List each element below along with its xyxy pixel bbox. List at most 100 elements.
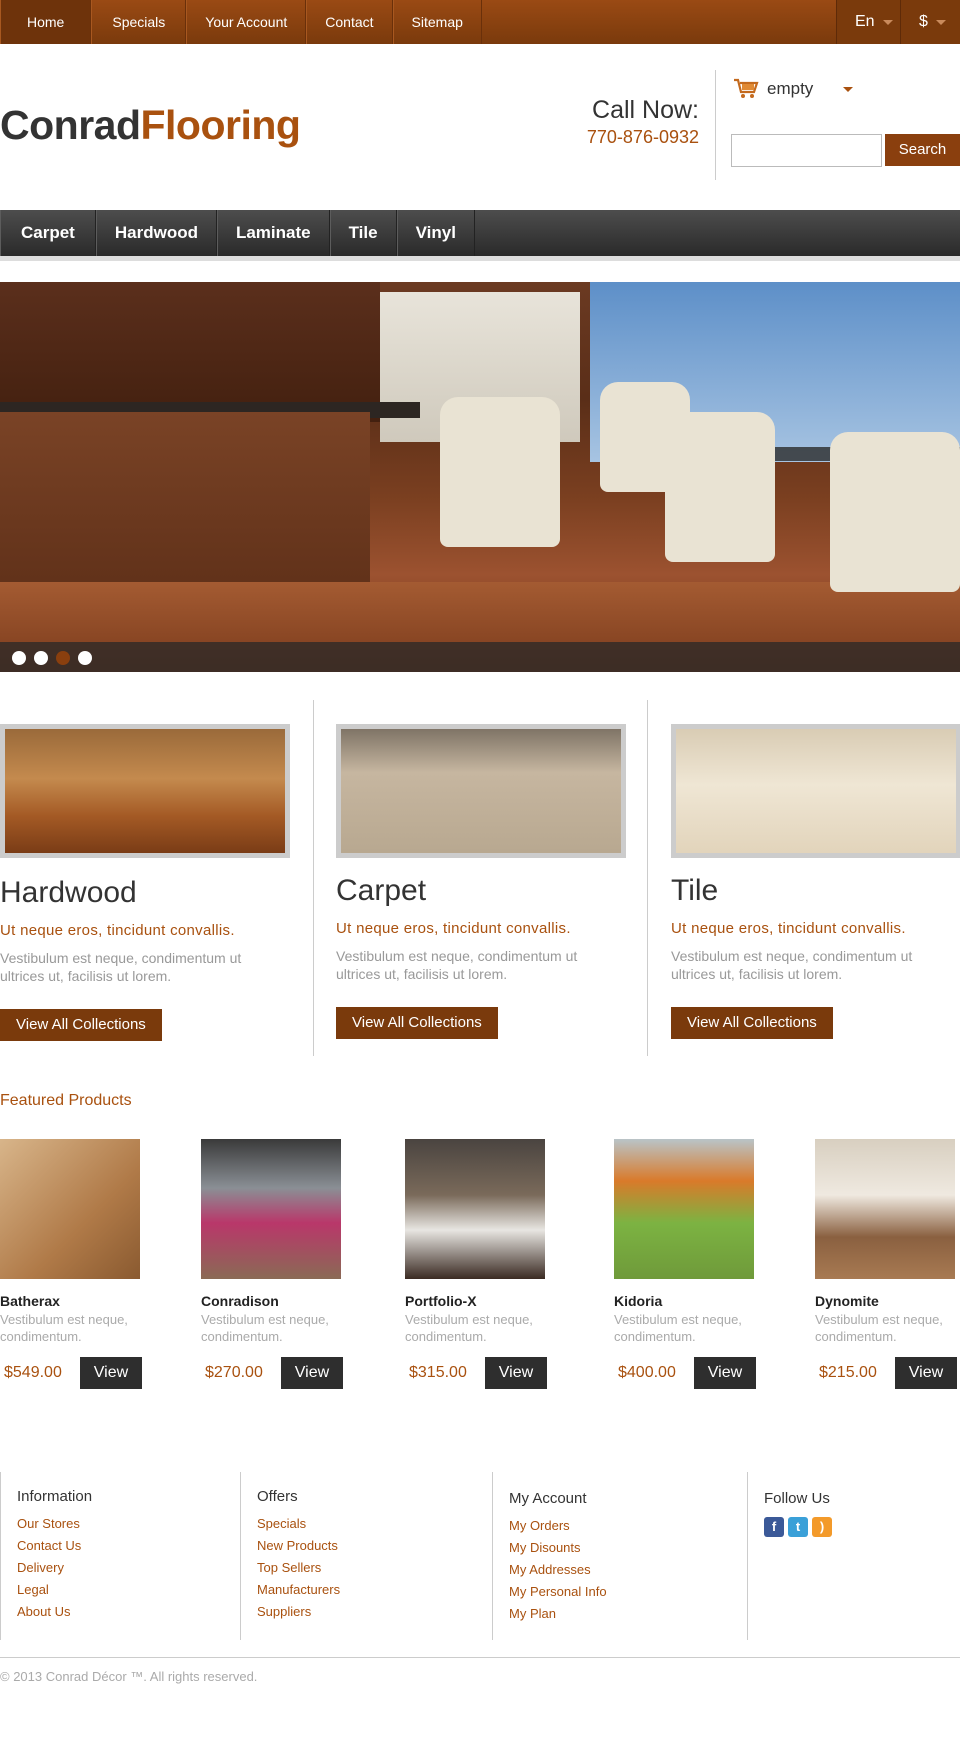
footer-link[interactable]: My Disounts bbox=[509, 1537, 747, 1559]
feature-subtitle: Ut neque eros, tincidunt convallis. bbox=[336, 920, 571, 937]
feature-title: Hardwood bbox=[0, 876, 137, 909]
product-name[interactable]: Kidoria bbox=[614, 1293, 764, 1309]
topnav-sitemap[interactable]: Sitemap bbox=[392, 0, 482, 44]
site-logo[interactable]: ConradFlooring bbox=[0, 102, 301, 149]
footer-link[interactable]: Specials bbox=[257, 1513, 492, 1535]
feature-divider bbox=[647, 700, 648, 1056]
kitchen-cabinets bbox=[0, 282, 380, 422]
feature-title: Tile bbox=[671, 874, 719, 907]
cart-status: empty bbox=[767, 79, 814, 98]
view-all-collections-button[interactable]: View All Collections bbox=[671, 1007, 833, 1039]
rss-icon[interactable]: ) bbox=[812, 1517, 832, 1537]
chevron-down-icon bbox=[935, 19, 946, 25]
slider-dot-3[interactable] bbox=[56, 651, 70, 665]
product-card: Batherax Vestibulum est neque, condiment… bbox=[0, 1139, 150, 1389]
category-laminate[interactable]: Laminate bbox=[216, 210, 330, 256]
phone-number: 770-876-0932 bbox=[586, 127, 699, 147]
dining-chair bbox=[665, 412, 775, 562]
view-all-collections-button[interactable]: View All Collections bbox=[0, 1009, 162, 1041]
currency-label: $ bbox=[919, 13, 928, 30]
product-card: Dynomite Vestibulum est neque, condiment… bbox=[815, 1139, 960, 1389]
language-dropdown[interactable]: En bbox=[836, 0, 900, 44]
footer-link[interactable]: Legal bbox=[17, 1579, 240, 1601]
chevron-down-icon bbox=[843, 86, 854, 92]
footer-link[interactable]: My Personal Info bbox=[509, 1581, 747, 1603]
product-name[interactable]: Conradison bbox=[201, 1293, 351, 1309]
footer-link[interactable]: Manufacturers bbox=[257, 1579, 492, 1601]
footer-offers: Offers Specials New Products Top Sellers… bbox=[240, 1472, 492, 1640]
slider-dot-1[interactable] bbox=[12, 651, 26, 665]
category-hardwood[interactable]: Hardwood bbox=[95, 210, 217, 256]
slider-dot-2[interactable] bbox=[34, 651, 48, 665]
footer-link[interactable]: Delivery bbox=[17, 1557, 240, 1579]
footer-link[interactable]: New Products bbox=[257, 1535, 492, 1557]
search-input[interactable] bbox=[731, 134, 882, 167]
footer-link[interactable]: Top Sellers bbox=[257, 1557, 492, 1579]
view-button[interactable]: View bbox=[485, 1357, 547, 1389]
topnav-contact[interactable]: Contact bbox=[306, 0, 393, 44]
logo-part1: Conrad bbox=[0, 102, 141, 148]
product-image[interactable] bbox=[614, 1139, 754, 1279]
view-button[interactable]: View bbox=[80, 1357, 142, 1389]
feature-hardwood: Hardwood Ut neque eros, tincidunt conval… bbox=[0, 700, 300, 1056]
feature-image[interactable] bbox=[671, 724, 960, 858]
footer-heading: Offers bbox=[257, 1488, 298, 1505]
category-carpet[interactable]: Carpet bbox=[0, 210, 96, 256]
footer-link[interactable]: My Plan bbox=[509, 1603, 747, 1625]
product-card: Kidoria Vestibulum est neque, condimentu… bbox=[614, 1139, 764, 1389]
category-nav: Carpet Hardwood Laminate Tile Vinyl bbox=[0, 210, 475, 256]
view-button[interactable]: View bbox=[281, 1357, 343, 1389]
footer-heading: Follow Us bbox=[764, 1490, 830, 1507]
currency-dropdown[interactable]: $ bbox=[900, 0, 960, 44]
hero-slider-image[interactable] bbox=[0, 282, 960, 672]
footer-information: Information Our Stores Contact Us Delive… bbox=[0, 1472, 240, 1640]
logo-part2: Flooring bbox=[140, 102, 301, 148]
feature-description: Vestibulum est neque, condimentum ut ult… bbox=[0, 950, 242, 984]
footer-link[interactable]: About Us bbox=[17, 1601, 240, 1623]
footer-my-account: My Account My Orders My Disounts My Addr… bbox=[492, 1472, 747, 1640]
feature-divider bbox=[313, 700, 314, 1056]
footer-follow-us: Follow Us f t ) bbox=[747, 1472, 960, 1640]
footer-link[interactable]: My Addresses bbox=[509, 1559, 747, 1581]
twitter-icon[interactable]: t bbox=[788, 1517, 808, 1537]
feature-image[interactable] bbox=[0, 724, 290, 858]
product-description: Vestibulum est neque, condimentum. bbox=[815, 1312, 943, 1344]
slider-dot-4[interactable] bbox=[78, 651, 92, 665]
product-name[interactable]: Dynomite bbox=[815, 1293, 960, 1309]
product-description: Vestibulum est neque, condimentum. bbox=[201, 1312, 329, 1344]
product-name[interactable]: Batherax bbox=[0, 1293, 150, 1309]
feature-image[interactable] bbox=[336, 724, 626, 858]
footer-link[interactable]: My Orders bbox=[509, 1515, 747, 1537]
footer-link[interactable]: Suppliers bbox=[257, 1601, 492, 1623]
product-description: Vestibulum est neque, condimentum. bbox=[0, 1312, 128, 1344]
product-image[interactable] bbox=[815, 1139, 955, 1279]
product-image[interactable] bbox=[0, 1139, 140, 1279]
product-name[interactable]: Portfolio-X bbox=[405, 1293, 555, 1309]
view-button[interactable]: View bbox=[895, 1357, 957, 1389]
search-button[interactable]: Search bbox=[885, 134, 960, 166]
product-image[interactable] bbox=[201, 1139, 341, 1279]
product-price: $215.00 bbox=[819, 1364, 877, 1381]
facebook-icon[interactable]: f bbox=[764, 1517, 784, 1537]
feature-carpet: Carpet Ut neque eros, tincidunt convalli… bbox=[336, 700, 636, 1056]
product-image[interactable] bbox=[405, 1139, 545, 1279]
category-tile[interactable]: Tile bbox=[329, 210, 397, 256]
category-vinyl[interactable]: Vinyl bbox=[396, 210, 475, 256]
cart-dropdown[interactable]: empty bbox=[733, 78, 854, 100]
topnav-specials[interactable]: Specials bbox=[91, 0, 187, 44]
feature-subtitle: Ut neque eros, tincidunt convallis. bbox=[0, 922, 235, 939]
footer-link[interactable]: Our Stores bbox=[17, 1513, 240, 1535]
view-all-collections-button[interactable]: View All Collections bbox=[336, 1007, 498, 1039]
call-now: Call Now: 770-876-0932 bbox=[587, 96, 699, 148]
footer-link[interactable]: Contact Us bbox=[17, 1535, 240, 1557]
topnav-home[interactable]: Home bbox=[0, 0, 92, 44]
language-label: En bbox=[855, 13, 875, 30]
view-button[interactable]: View bbox=[694, 1357, 756, 1389]
dining-chair bbox=[830, 432, 960, 592]
call-now-label: Call Now: bbox=[592, 96, 699, 124]
featured-products-heading: Featured Products bbox=[0, 1092, 132, 1109]
feature-description: Vestibulum est neque, condimentum ut ult… bbox=[336, 948, 578, 982]
topnav-your-account[interactable]: Your Account bbox=[186, 0, 307, 44]
slider-pager-bar bbox=[0, 642, 960, 672]
footer-heading: My Account bbox=[509, 1490, 587, 1507]
